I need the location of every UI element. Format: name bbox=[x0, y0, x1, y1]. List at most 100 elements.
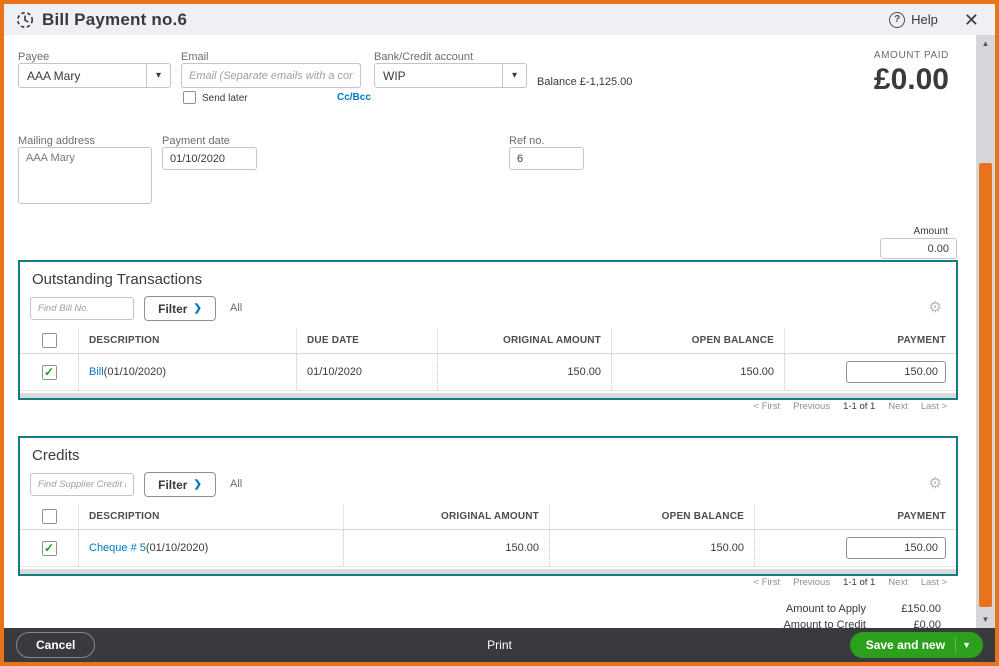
credits-section: Credits Filter ❯ All ⚙ DESCRIPTION ORIGI… bbox=[18, 436, 958, 576]
ccbcc-link[interactable]: Cc/Bcc bbox=[337, 92, 371, 103]
pagination-next[interactable]: Next bbox=[888, 577, 908, 586]
chevron-down-icon: ▾ bbox=[146, 64, 170, 87]
column-description: DESCRIPTION bbox=[78, 504, 343, 529]
footer-bar: Cancel Print Save and new ▼ bbox=[4, 628, 995, 662]
column-open-balance: OPEN BALANCE bbox=[611, 328, 784, 353]
pagination-first[interactable]: < First bbox=[753, 577, 780, 586]
pagination-range: 1-1 of 1 bbox=[843, 401, 875, 412]
email-label: Email bbox=[181, 51, 209, 63]
pagination-previous[interactable]: Previous bbox=[793, 401, 830, 412]
payment-amount-field[interactable] bbox=[846, 537, 946, 559]
mailing-address-field[interactable]: AAA Mary bbox=[18, 147, 152, 204]
horizontal-scrollbar[interactable] bbox=[20, 393, 956, 398]
cancel-button[interactable]: Cancel bbox=[16, 632, 95, 658]
balance-text: Balance £-1,125.00 bbox=[537, 76, 632, 88]
pagination-last[interactable]: Last > bbox=[921, 401, 947, 412]
titlebar: Bill Payment no.6 ? Help ✕ bbox=[4, 4, 995, 35]
outstanding-filter-button[interactable]: Filter ❯ bbox=[144, 296, 216, 321]
help-icon: ? bbox=[889, 12, 905, 28]
recurring-clock-icon bbox=[16, 11, 34, 29]
column-open-balance: OPEN BALANCE bbox=[549, 504, 754, 529]
gear-icon[interactable]: ⚙ bbox=[929, 476, 942, 491]
bank-account-label: Bank/Credit account bbox=[374, 51, 473, 63]
outstanding-table: DESCRIPTION DUE DATE ORIGINAL AMOUNT OPE… bbox=[20, 328, 956, 391]
outstanding-title: Outstanding Transactions bbox=[32, 271, 202, 288]
find-bill-input[interactable] bbox=[30, 297, 134, 320]
select-all-checkbox[interactable] bbox=[42, 333, 57, 348]
pagination-first[interactable]: < First bbox=[753, 401, 780, 412]
bank-account-select[interactable]: WIP ▾ bbox=[374, 63, 527, 88]
help-button[interactable]: ? Help bbox=[889, 12, 938, 28]
bill-date-suffix: (01/10/2020) bbox=[104, 366, 166, 378]
amount-to-apply-label: Amount to Apply bbox=[786, 603, 866, 615]
row-checkbox-checked[interactable] bbox=[42, 541, 57, 556]
row-checkbox-checked[interactable] bbox=[42, 365, 57, 380]
save-and-new-button[interactable]: Save and new ▼ bbox=[850, 632, 983, 658]
send-later-label: Send later bbox=[202, 93, 248, 104]
amount-to-apply-value: £150.00 bbox=[866, 603, 941, 615]
gear-icon[interactable]: ⚙ bbox=[929, 300, 942, 315]
original-amount-cell: 150.00 bbox=[343, 530, 549, 566]
amount-paid-block: AMOUNT PAID £0.00 bbox=[874, 50, 949, 97]
open-balance-cell: 150.00 bbox=[549, 530, 754, 566]
chevron-right-icon: ❯ bbox=[193, 303, 201, 314]
pagination-next[interactable]: Next bbox=[888, 401, 908, 412]
original-amount-cell: 150.00 bbox=[437, 354, 611, 390]
bill-link[interactable]: Bill bbox=[89, 366, 104, 378]
credits-table: DESCRIPTION ORIGINAL AMOUNT OPEN BALANCE… bbox=[20, 504, 956, 567]
ref-no-field[interactable] bbox=[509, 147, 584, 170]
filter-label: Filter bbox=[158, 302, 187, 316]
outstanding-pagination: < First Previous 1-1 of 1 Next Last > bbox=[753, 401, 947, 412]
column-due-date: DUE DATE bbox=[296, 328, 437, 353]
column-original-amount: ORIGINAL AMOUNT bbox=[343, 504, 549, 529]
email-field[interactable] bbox=[181, 63, 361, 88]
print-button[interactable]: Print bbox=[487, 638, 512, 652]
payment-date-field[interactable] bbox=[162, 147, 257, 170]
credits-filter-button[interactable]: Filter ❯ bbox=[144, 472, 216, 497]
close-icon[interactable]: ✕ bbox=[964, 11, 979, 29]
column-payment: PAYMENT bbox=[784, 328, 956, 353]
credits-table-header: DESCRIPTION ORIGINAL AMOUNT OPEN BALANCE… bbox=[20, 504, 956, 530]
table-row: Cheque # 5 (01/10/2020) 150.00 150.00 bbox=[20, 530, 956, 567]
payment-amount-field[interactable] bbox=[846, 361, 946, 383]
payee-select[interactable]: AAA Mary ▾ bbox=[18, 63, 171, 88]
vertical-scrollbar[interactable]: ▲ ▼ bbox=[976, 35, 995, 628]
column-payment: PAYMENT bbox=[754, 504, 956, 529]
table-row: Bill (01/10/2020) 01/10/2020 150.00 150.… bbox=[20, 354, 956, 391]
column-description: DESCRIPTION bbox=[78, 328, 296, 353]
cheque-date-suffix: (01/10/2020) bbox=[146, 542, 208, 554]
outstanding-transactions-section: Outstanding Transactions Filter ❯ All ⚙ … bbox=[18, 260, 958, 400]
scroll-down-icon[interactable]: ▼ bbox=[976, 615, 995, 624]
due-date-cell: 01/10/2020 bbox=[296, 354, 437, 390]
find-supplier-credit-input[interactable] bbox=[30, 473, 134, 496]
select-all-checkbox[interactable] bbox=[42, 509, 57, 524]
mailing-address-label: Mailing address bbox=[18, 135, 95, 147]
horizontal-scrollbar[interactable] bbox=[20, 569, 956, 574]
outstanding-filter-status: All bbox=[230, 302, 242, 314]
amount-label: Amount bbox=[914, 226, 948, 237]
amount-field[interactable] bbox=[880, 238, 957, 259]
cheque-link[interactable]: Cheque # 5 bbox=[89, 542, 146, 554]
payee-label: Payee bbox=[18, 51, 49, 63]
payee-value: AAA Mary bbox=[19, 69, 146, 83]
pagination-previous[interactable]: Previous bbox=[793, 577, 830, 586]
column-original-amount: ORIGINAL AMOUNT bbox=[437, 328, 611, 353]
credits-pagination: < First Previous 1-1 of 1 Next Last > bbox=[753, 577, 947, 586]
page-title: Bill Payment no.6 bbox=[42, 10, 187, 30]
bank-account-value: WIP bbox=[375, 69, 502, 83]
chevron-right-icon: ❯ bbox=[193, 479, 201, 490]
credits-filter-status: All bbox=[230, 478, 242, 490]
ref-no-label: Ref no. bbox=[509, 135, 544, 147]
credits-title: Credits bbox=[32, 447, 80, 464]
amount-paid-value: £0.00 bbox=[874, 63, 949, 97]
amount-paid-label: AMOUNT PAID bbox=[874, 50, 949, 61]
send-later-checkbox[interactable] bbox=[183, 91, 196, 104]
bill-payment-window: Bill Payment no.6 ? Help ✕ Payee AAA Mar… bbox=[0, 0, 999, 666]
chevron-down-icon: ▼ bbox=[955, 637, 983, 653]
scroll-up-icon[interactable]: ▲ bbox=[976, 39, 995, 48]
scrollbar-thumb[interactable] bbox=[979, 163, 992, 607]
pagination-last[interactable]: Last > bbox=[921, 577, 947, 586]
filter-label: Filter bbox=[158, 478, 187, 492]
pagination-range: 1-1 of 1 bbox=[843, 577, 875, 586]
credits-pagination-clipped: < First Previous 1-1 of 1 Next Last > bbox=[753, 577, 947, 586]
